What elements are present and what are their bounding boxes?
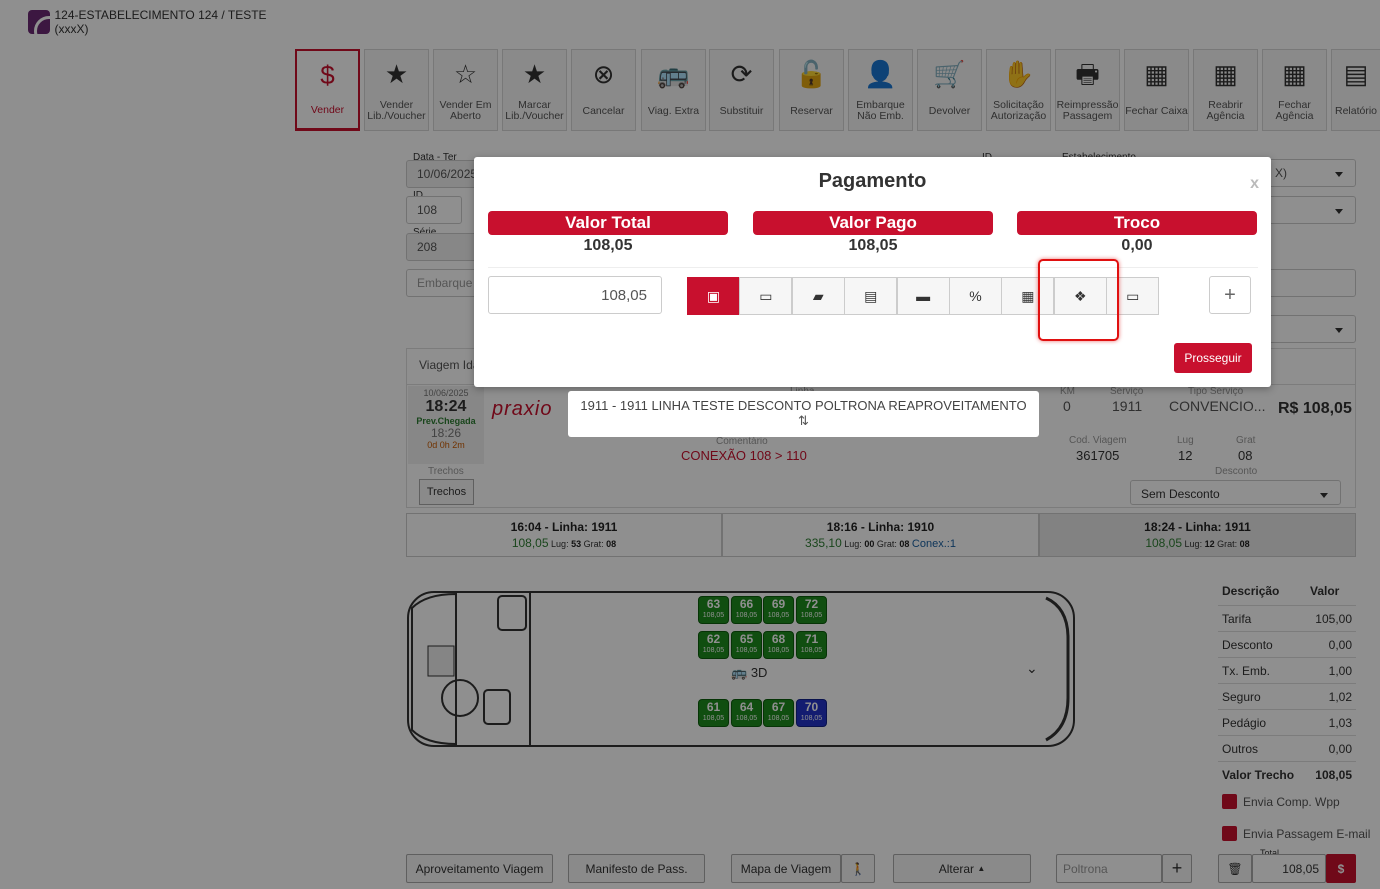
bill-icon[interactable]: ▤ (844, 277, 898, 315)
valor-total-value: 108,05 (583, 237, 633, 254)
credit-card-icon[interactable]: ▭ (739, 277, 793, 315)
voucher-icon[interactable]: ▬ (896, 277, 950, 315)
ticket-icon[interactable]: ▰ (791, 277, 845, 315)
swap-icon: ⇅ (798, 413, 809, 428)
payment-modal: Pagamento x Valor Total 108,05 Valor Pag… (474, 157, 1271, 387)
linha-text: 1911 - 1911 LINHA TESTE DESCONTO POLTRON… (580, 398, 1027, 413)
modal-backdrop[interactable] (0, 0, 1380, 889)
valor-total-label: Valor Total (488, 211, 728, 235)
close-icon[interactable]: x (1250, 175, 1259, 193)
troco-value: 0,00 (1121, 237, 1153, 254)
add-payment-button[interactable]: + (1209, 276, 1251, 314)
money-icon[interactable]: ▣ (687, 277, 740, 315)
amount-input[interactable]: 108,05 (488, 276, 662, 314)
highlight-box (1038, 259, 1119, 341)
prosseguir-button[interactable]: Prosseguir (1174, 343, 1252, 373)
discount-ticket-icon[interactable]: % (949, 277, 1002, 315)
modal-divider (488, 267, 1258, 268)
modal-title: Pagamento (818, 170, 927, 192)
troco-label: Troco (1017, 211, 1257, 235)
valor-pago-value: 108,05 (848, 237, 898, 254)
valor-pago-label: Valor Pago (753, 211, 993, 235)
linha-tooltip: 1911 - 1911 LINHA TESTE DESCONTO POLTRON… (568, 391, 1039, 437)
